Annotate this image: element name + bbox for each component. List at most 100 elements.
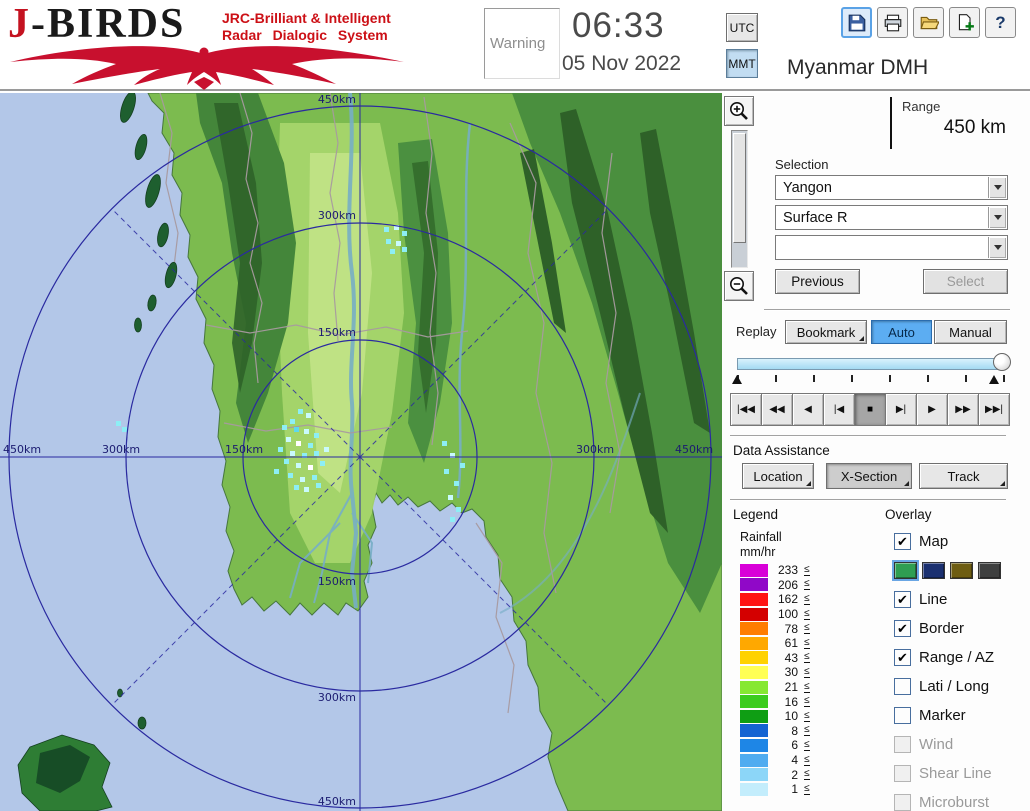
ring-label: 150km [225,443,263,456]
bookmark-button[interactable]: Bookmark [785,320,867,344]
overlay-item-marker[interactable]: Marker [894,701,1028,730]
legend-le-symbol: ≤ [804,636,810,649]
legend-value: 21 [784,680,798,695]
map-swatch-3[interactable] [978,562,1001,579]
help-button[interactable]: ? [985,7,1016,38]
replay-ticks [722,375,1022,385]
playback-button-2[interactable]: ◀ [792,393,823,426]
legend-color-swatch [740,665,768,679]
chevron-down-icon [993,185,1002,190]
playback-button-6[interactable]: ▶ [916,393,947,426]
overlay-item-label: Marker [919,707,966,724]
range-end-marker-icon[interactable] [989,375,999,384]
timeline-tick [851,375,853,382]
product-dropdown[interactable]: Surface R [775,205,1008,230]
location-button[interactable]: Location [742,463,814,489]
zoom-in-button[interactable] [724,96,754,126]
zoom-out-button[interactable] [724,271,754,301]
legend-value: 78 [784,621,798,636]
checkbox-border[interactable]: ✔ [894,620,911,637]
clock-time: 06:33 [572,6,665,45]
playback-button-4[interactable]: ■ [854,393,885,426]
legend-value: 162 [777,592,798,607]
overlay-item-line[interactable]: ✔ Line [894,585,1028,614]
previous-button[interactable]: Previous [775,269,860,294]
ring-label: 150km [318,575,356,588]
floppy-disk-icon [848,14,865,31]
zoom-scrollbar-thumb[interactable] [733,133,746,243]
legend-row: 16 ≤ [740,694,810,709]
legend-label: Legend [733,507,779,522]
legend-row: 8 ≤ [740,724,810,739]
legend-rows: 233 ≤206 ≤162 ≤100 ≤78 ≤61 ≤43 ≤30 ≤21 ≤16 ≤10 ≤8 ≤6… [740,563,810,797]
checkbox-line[interactable]: ✔ [894,591,911,608]
legend-value: 16 [784,694,798,709]
playback-button-1[interactable]: ◀◀ [761,393,792,426]
mmt-button[interactable]: MMT [726,49,758,78]
checkbox-range-az[interactable]: ✔ [894,649,911,666]
overlay-item-range-az[interactable]: ✔ Range / AZ [894,643,1028,672]
utc-button[interactable]: UTC [726,13,758,42]
legend-color-swatch [740,622,768,636]
legend-row: 233 ≤ [740,563,810,578]
corner-grip-icon [1000,481,1005,486]
replay-label: Replay [736,324,777,339]
legend-le-symbol: ≤ [804,724,810,737]
ring-label: 300km [318,209,356,222]
open-folder-button[interactable] [913,7,944,38]
extra-dropdown-button[interactable] [988,237,1006,258]
extra-dropdown[interactable] [775,235,1008,260]
replay-slider-knob[interactable] [993,353,1011,371]
legend-value: 100 [777,607,798,622]
overlay-item-label: Line [919,591,948,608]
playback-button-3[interactable]: |◀ [823,393,854,426]
range-label: Range [902,99,941,114]
map-swatch-1[interactable] [922,562,945,579]
legend-color-swatch [740,709,768,723]
timeline-tick [775,375,777,382]
map-swatch-2[interactable] [950,562,973,579]
legend-le-symbol: ≤ [804,651,810,664]
select-button[interactable]: Select [923,269,1008,294]
legend-value: 8 [791,723,798,738]
playback-button-0[interactable]: |◀◀ [730,393,761,426]
overlay-item-label: Range / AZ [919,649,995,666]
timeline-tick [813,375,815,382]
eagle-logo-icon [10,46,404,90]
playback-button-7[interactable]: ▶▶ [947,393,978,426]
range-start-marker-icon[interactable] [732,375,742,384]
manual-button[interactable]: Manual [934,320,1007,344]
site-dropdown[interactable]: Yangon [775,175,1008,200]
product-dropdown-button[interactable] [988,207,1006,228]
map-swatch-0[interactable] [892,560,919,581]
map-color-swatches [892,556,1028,585]
checkbox-marker[interactable] [894,707,911,724]
legend-row: 2 ≤ [740,767,810,782]
overlay-item-lati-long[interactable]: Lati / Long [894,672,1028,701]
track-button[interactable]: Track [919,463,1008,489]
legend-le-symbol: ≤ [804,695,810,708]
legend-le-symbol: ≤ [804,622,810,635]
print-button[interactable] [877,7,908,38]
replay-timeline-slider[interactable] [737,358,1003,370]
overlay-item-label: Wind [919,736,954,753]
clock-date: 05 Nov 2022 [562,52,682,75]
checkbox-map[interactable]: ✔ [894,533,911,550]
radar-map[interactable]: 450km 300km 150km 150km 300km 450km 450k… [0,93,722,811]
new-file-button[interactable] [949,7,980,38]
legend-le-symbol: ≤ [804,592,810,605]
legend-color-swatch [740,753,768,767]
auto-button[interactable]: Auto [871,320,932,344]
xsection-button[interactable]: X-Section [826,463,912,489]
legend-color-swatch [740,592,768,606]
checkbox-shear-line [894,765,911,782]
zoom-scrollbar[interactable] [731,130,748,268]
overlay-item-border[interactable]: ✔ Border [894,614,1028,643]
playback-button-5[interactable]: ▶| [885,393,916,426]
checkbox-lati-long[interactable] [894,678,911,695]
playback-button-8[interactable]: ▶▶| [978,393,1010,426]
overlay-item-map[interactable]: ✔ Map [894,527,1028,556]
site-dropdown-button[interactable] [988,177,1006,198]
warning-panel: Warning [484,8,560,79]
save-button[interactable] [841,7,872,38]
